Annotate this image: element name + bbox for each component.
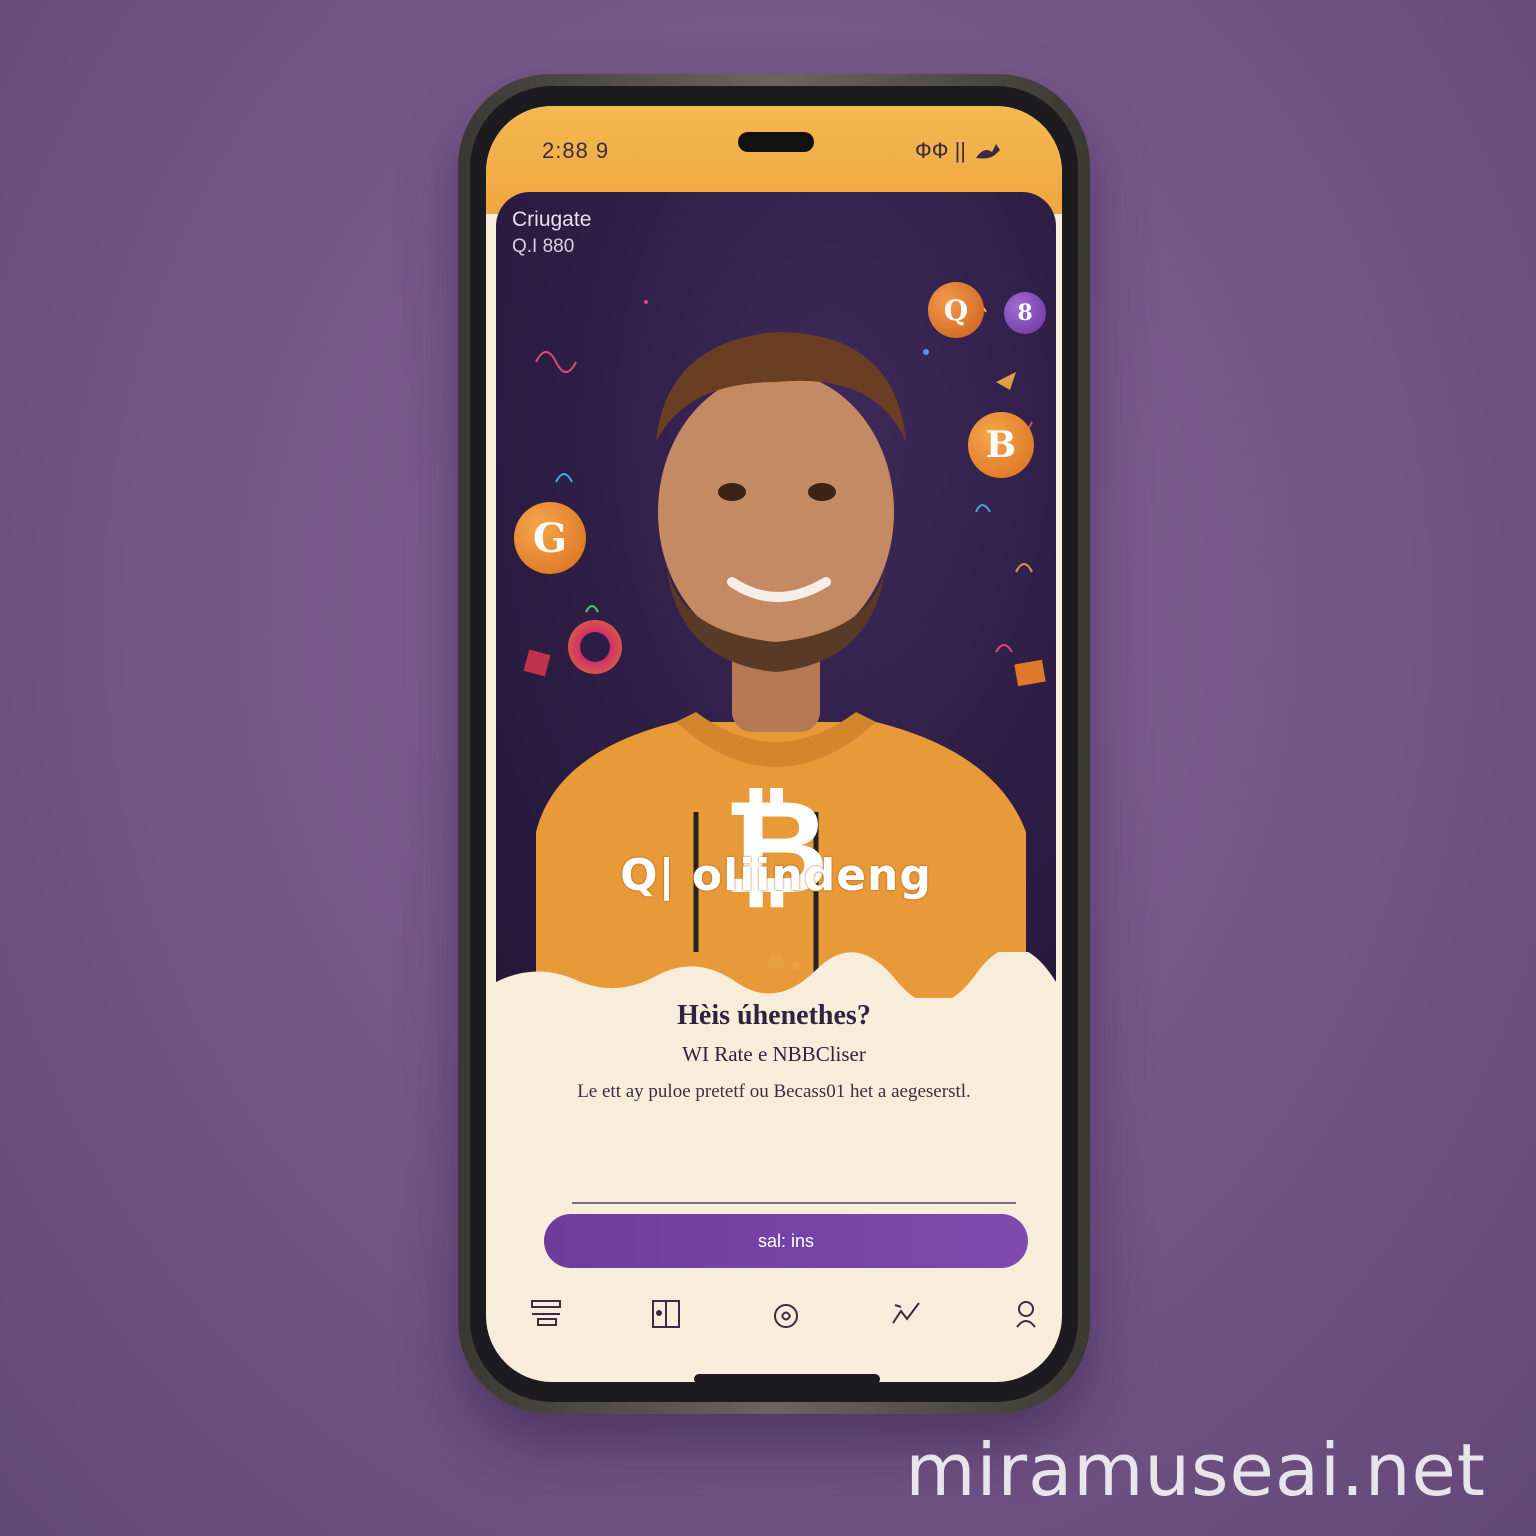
cat-icon — [976, 144, 1000, 159]
ring-badge — [568, 620, 622, 674]
content-panel: Hèis úhenethes? WI Rate e NBBCliser Le e… — [486, 978, 1062, 1103]
tab-chart[interactable] — [876, 1289, 936, 1339]
headline: Hèis úhenethes? — [677, 1000, 871, 1031]
camera-notch — [738, 132, 814, 152]
coin-q-label: Q — [943, 293, 969, 327]
coin-b[interactable]: B — [968, 412, 1034, 478]
home-indicator[interactable] — [694, 1374, 880, 1382]
coin-q[interactable]: Q — [928, 282, 984, 338]
hero-banner: ₿ Criugate Q.I 880 G B Q 8 Q| oliindeng — [496, 192, 1056, 998]
status-text: ФФ || — [915, 138, 966, 163]
divider — [572, 1202, 1016, 1204]
hero-overlay-text: Q| oliindeng — [620, 850, 932, 901]
coin-b-label: B — [985, 424, 1017, 466]
profile-icon — [1016, 1301, 1036, 1328]
tab-bar — [516, 1286, 1056, 1342]
book-icon — [652, 1300, 680, 1328]
subheadline: WI Rate e NBBCliser — [682, 1042, 866, 1066]
coin-purple[interactable]: 8 — [1004, 292, 1046, 334]
status-indicators: ФФ || — [915, 138, 1002, 164]
coin-purple-label: 8 — [1017, 300, 1033, 326]
phone-bezel: 2:88 9 ФФ || ₿ Criugate Q.I 880 G B Q 8 … — [470, 86, 1078, 1402]
coin-icon — [774, 1304, 798, 1328]
hero-subtitle: Q.I 880 — [512, 236, 575, 257]
tab-profile[interactable] — [996, 1289, 1056, 1339]
coin-g-label: G — [532, 514, 568, 562]
description: Le ett ay puloe pretetf ou Becass01 het … — [577, 1081, 971, 1102]
phone-device: 2:88 9 ФФ || ₿ Criugate Q.I 880 G B Q 8 … — [458, 74, 1090, 1414]
tab-book[interactable] — [636, 1289, 696, 1339]
tab-list[interactable] — [516, 1289, 576, 1339]
coin-g[interactable]: G — [514, 502, 586, 574]
tab-coin[interactable] — [756, 1289, 816, 1339]
phone-screen: 2:88 9 ФФ || ₿ Criugate Q.I 880 G B Q 8 … — [486, 106, 1062, 1382]
primary-cta-button[interactable]: sal: ins — [544, 1214, 1028, 1268]
hero-title: Criugate — [512, 208, 592, 231]
list-icon — [531, 1300, 561, 1326]
status-time: 2:88 9 — [542, 138, 610, 163]
watermark: miramuseai.net — [905, 1428, 1486, 1512]
chart-icon — [892, 1302, 920, 1324]
